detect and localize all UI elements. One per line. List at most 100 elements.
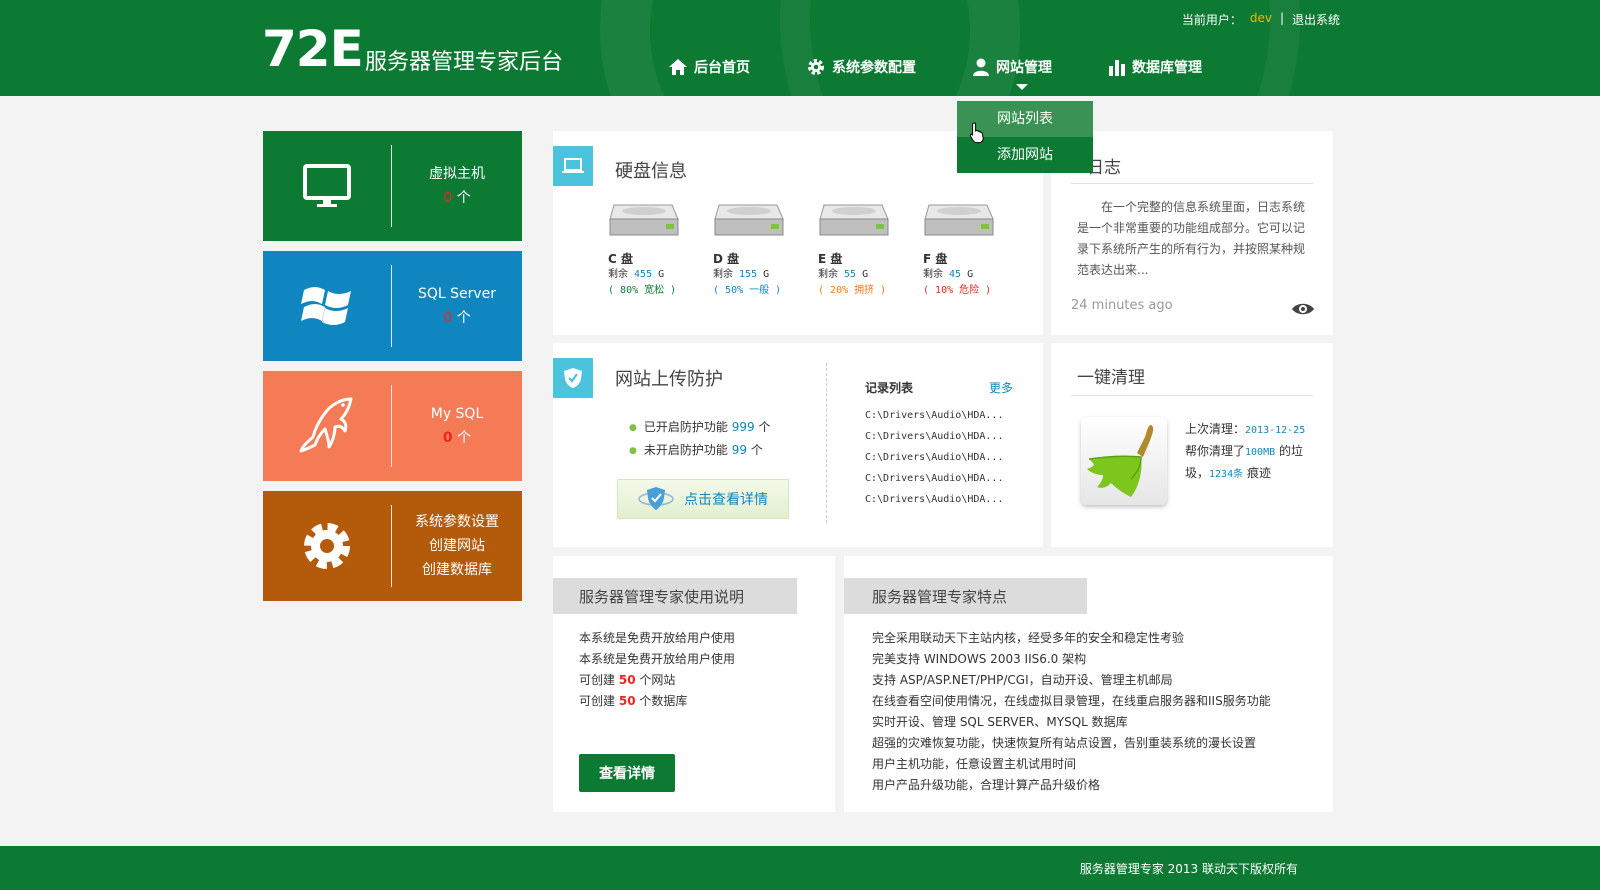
disk-item-e[interactable]: E 盘 剩余 55 G ( 20% 拥挤 ) xyxy=(818,201,898,299)
protection-disabled-row: 未开启防护功能 99 个 xyxy=(629,440,770,463)
clean-cleaned-size: 100MB xyxy=(1245,447,1276,458)
feature-line: 实时开设、管理 SQL SERVER、MYSQL 数据库 xyxy=(872,715,1128,729)
nav-item-site-management[interactable]: 网站管理 xyxy=(972,54,1052,90)
disk-item-f[interactable]: F 盘 剩余 45 G ( 10% 危险 ) xyxy=(923,201,1003,299)
dolphin-icon xyxy=(299,397,353,453)
record-item[interactable]: C:\Drivers\Audio\HDA... xyxy=(865,426,1003,447)
tile-icon-area xyxy=(263,131,391,241)
user-icon xyxy=(973,58,989,76)
logo-mark[interactable]: 72E xyxy=(262,24,364,74)
tile-text: 虚拟主机 0 个 xyxy=(392,131,522,241)
usage-db-suffix: 个数据库 xyxy=(639,694,688,708)
disk-unit: G xyxy=(763,269,770,280)
disk-free-value: 455 xyxy=(634,269,653,280)
logout-link[interactable]: 退出系统 xyxy=(1292,11,1340,28)
feature-line: 超强的灾难恢复功能，快速恢复所有站点设置，告别重装系统的漫长设置 xyxy=(872,736,1257,750)
usage-line: 本系统是免费开放给用户使用 xyxy=(579,631,736,645)
broom-icon xyxy=(1087,425,1154,497)
tile-text: 系统参数设置 创建网站 创建数据库 xyxy=(392,491,522,601)
tile-virtual-host[interactable]: 虚拟主机 0 个 xyxy=(263,131,522,241)
log-timestamp: 24 minutes ago xyxy=(1071,298,1173,313)
tile-text: My SQL 0 个 xyxy=(392,371,522,481)
tile-count-unit: 个 xyxy=(456,310,471,326)
header: 72E 服务器管理专家后台 当前用户： dev | 退出系统 后台首页 系统参数… xyxy=(0,0,1600,96)
laptop-icon xyxy=(562,158,584,173)
disk-label: E 盘 xyxy=(818,252,843,266)
clean-last-label: 上次清理： xyxy=(1185,422,1246,436)
disk-remain-label: 剩余 xyxy=(923,269,943,280)
disk-label: F 盘 xyxy=(923,252,948,266)
disk-status-row: ( 80% 宽松 ) xyxy=(608,285,677,296)
disk-unit: G xyxy=(658,269,665,280)
view-details-button[interactable]: 点击查看详情 xyxy=(617,479,789,519)
disk-pct: 50% xyxy=(725,285,744,296)
records-title: 记录列表 xyxy=(865,381,914,395)
tile-link-system-settings[interactable]: 系统参数设置 xyxy=(415,510,499,534)
feature-line: 支持 ASP/ASP.NET/PHP/CGI，自动开设、管理主机邮局 xyxy=(872,673,1173,687)
nav-item-label: 网站管理 xyxy=(996,60,1052,76)
records-list: C:\Drivers\Audio\HDA... C:\Drivers\Audio… xyxy=(865,405,1003,510)
usage-site-count: 50 xyxy=(618,673,636,687)
record-item[interactable]: C:\Drivers\Audio\HDA... xyxy=(865,447,1003,468)
tile-title: My SQL xyxy=(430,406,484,422)
protection-disabled-count: 99 xyxy=(731,443,747,457)
records-more-link[interactable]: 更多 xyxy=(989,379,1013,396)
tile-count-value: 0 xyxy=(443,190,453,206)
clean-divider xyxy=(1071,395,1313,396)
tile-system-settings[interactable]: 系统参数设置 创建网站 创建数据库 xyxy=(263,491,522,601)
shield-icon xyxy=(564,368,582,388)
disk-free-row: 剩余 55 G xyxy=(818,267,898,283)
nav-item-system-config[interactable]: 系统参数配置 xyxy=(806,54,916,80)
disk-status: 危险 xyxy=(959,285,980,296)
usage-db-count: 50 xyxy=(618,694,636,708)
protection-enabled-count: 999 xyxy=(731,420,755,434)
clean-button[interactable] xyxy=(1081,417,1167,505)
windows-icon xyxy=(301,287,351,325)
disk-item-d[interactable]: D 盘 剩余 155 G ( 50% 一般 ) xyxy=(713,201,793,299)
disk-item-c[interactable]: C 盘 剩余 455 G ( 80% 宽松 ) xyxy=(608,201,688,299)
disk-free-row: 剩余 45 G xyxy=(923,267,1003,283)
tile-link-create-site[interactable]: 创建网站 xyxy=(429,534,485,558)
disk-pct: 20% xyxy=(830,285,849,296)
usage-list: 本系统是免费开放给用户使用 本系统是免费开放给用户使用 可创建 50 个网站 可… xyxy=(579,628,735,712)
disk-unit: G xyxy=(967,269,974,280)
usage-details-button[interactable]: 查看详情 xyxy=(579,754,675,792)
usage-site-suffix: 个网站 xyxy=(639,673,676,687)
clean-summary: 上次清理：2013-12-25 帮你清理了100MB 的垃圾，1234条 痕迹 xyxy=(1185,419,1317,485)
tile-icon-area xyxy=(263,371,391,481)
hand-cursor-icon xyxy=(969,122,984,144)
usage-db-limit: 可创建 50 个数据库 xyxy=(579,691,735,712)
tile-link-create-database[interactable]: 创建数据库 xyxy=(422,558,492,582)
gear-icon xyxy=(808,59,824,75)
disk-remain-label: 剩余 xyxy=(818,269,838,280)
footer: 服务器管理专家 2013 联动天下版权所有 xyxy=(0,846,1600,890)
protection-panel-title: 网站上传防护 xyxy=(615,369,723,390)
feature-line: 完美支持 WINDOWS 2003 IIS6.0 架构 xyxy=(872,652,1087,666)
log-divider xyxy=(1071,183,1313,184)
tile-title: SQL Server xyxy=(417,286,497,302)
disk-panel-icon-box xyxy=(553,146,593,186)
protection-unit: 个 xyxy=(750,443,763,457)
protection-stats: 已开启防护功能 999 个 未开启防护功能 99 个 xyxy=(629,417,771,463)
nav-item-database-management[interactable]: 数据库管理 xyxy=(1108,54,1202,80)
record-item[interactable]: C:\Drivers\Audio\HDA... xyxy=(865,468,1003,489)
disk-status: 拥挤 xyxy=(854,285,875,296)
record-item[interactable]: C:\Drivers\Audio\HDA... xyxy=(865,405,1003,426)
tile-count: 0 个 xyxy=(443,306,470,330)
tile-count: 0 个 xyxy=(443,426,471,450)
clean-cleaned-count: 1234条 xyxy=(1209,469,1244,480)
protection-unit: 个 xyxy=(758,420,771,434)
disk-remain-label: 剩余 xyxy=(713,269,733,280)
disk-status: 一般 xyxy=(749,285,770,296)
gear-icon xyxy=(304,523,350,569)
footer-copyright: 服务器管理专家 2013 联动天下版权所有 xyxy=(1079,862,1298,876)
nav-item-home[interactable]: 后台首页 xyxy=(668,54,750,80)
protection-enabled-row: 已开启防护功能 999 个 xyxy=(629,417,771,440)
disk-label: D 盘 xyxy=(713,252,740,266)
tile-sql-server[interactable]: SQL Server 0 个 xyxy=(263,251,522,361)
tile-mysql[interactable]: My SQL 0 个 xyxy=(263,371,522,481)
protection-divider xyxy=(826,363,827,523)
record-item[interactable]: C:\Drivers\Audio\HDA... xyxy=(865,489,1003,510)
current-username[interactable]: dev xyxy=(1250,11,1272,28)
eye-icon[interactable] xyxy=(1291,301,1315,317)
